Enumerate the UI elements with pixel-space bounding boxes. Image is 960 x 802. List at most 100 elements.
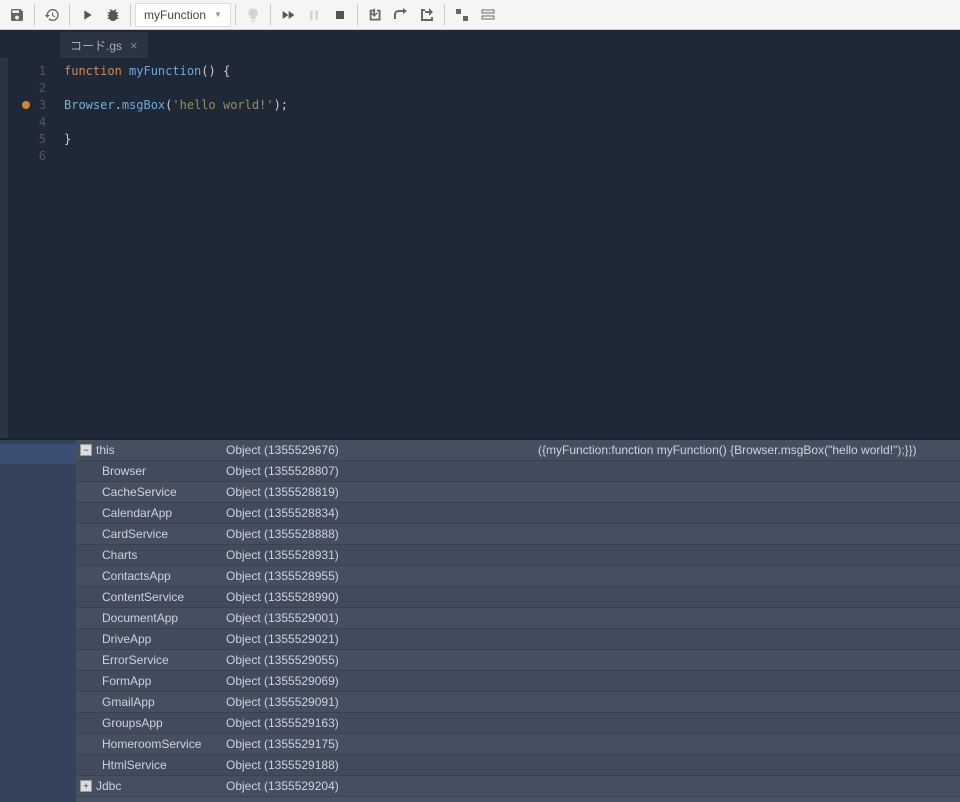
step-into-button[interactable] xyxy=(362,2,388,28)
code-line: } xyxy=(54,130,960,147)
scope-item[interactable]: CardService xyxy=(76,524,220,545)
scope-item[interactable]: + Jdbc xyxy=(76,776,220,797)
scope-item[interactable]: GroupsApp xyxy=(76,713,220,734)
code-line xyxy=(54,79,960,96)
scope-item-val[interactable]: Object (1355529188) xyxy=(220,755,532,776)
scope-item-val[interactable]: Object (1355528807) xyxy=(220,461,532,482)
stop-button[interactable] xyxy=(327,2,353,28)
close-icon[interactable]: × xyxy=(130,38,138,53)
line-number[interactable]: 5 xyxy=(8,130,54,147)
code-body[interactable]: function myFunction() { Browser.msgBox('… xyxy=(54,58,960,438)
scope-item-val[interactable]: Object (1355529091) xyxy=(220,692,532,713)
line-number[interactable]: 1 xyxy=(8,62,54,79)
debug-button[interactable] xyxy=(100,2,126,28)
scope-item-expr[interactable] xyxy=(532,671,960,692)
scope-item-expr[interactable] xyxy=(532,524,960,545)
function-select[interactable]: myFunction ▼ xyxy=(135,3,231,27)
separator xyxy=(444,4,445,26)
scope-expr-val[interactable]: ({myFunction:function myFunction() {Brow… xyxy=(532,440,960,461)
step-over-button[interactable] xyxy=(388,2,414,28)
scope-item-val[interactable]: Object (1355528819) xyxy=(220,482,532,503)
line-number[interactable]: 2 xyxy=(8,79,54,96)
scope-item[interactable]: Charts xyxy=(76,545,220,566)
step-out-button[interactable] xyxy=(414,2,440,28)
scope-root[interactable]: − this xyxy=(76,440,220,461)
chevron-down-icon: ▼ xyxy=(214,10,222,19)
scope-item-val[interactable]: Object (1355529069) xyxy=(220,671,532,692)
save-button[interactable] xyxy=(4,2,30,28)
expand-icon[interactable]: + xyxy=(80,780,92,792)
separator xyxy=(69,4,70,26)
code-editor[interactable]: 1 2 3 4 5 6 function myFunction() { Brow… xyxy=(0,58,960,438)
breakpoints-button[interactable] xyxy=(449,2,475,28)
toolbar: myFunction ▼ xyxy=(0,0,960,30)
scope-item-expr[interactable] xyxy=(532,713,960,734)
scope-item-expr[interactable] xyxy=(532,650,960,671)
tab-label: コード.gs xyxy=(70,37,122,54)
scope-item[interactable]: DriveApp xyxy=(76,629,220,650)
scope-item-expr[interactable] xyxy=(532,461,960,482)
line-number[interactable]: 6 xyxy=(8,147,54,164)
scope-item-expr[interactable] xyxy=(532,776,960,797)
scope-item-expr[interactable] xyxy=(532,755,960,776)
scope-item-val[interactable]: Object (1355529055) xyxy=(220,650,532,671)
scope-item-val[interactable]: Object (1355528955) xyxy=(220,566,532,587)
lightbulb-icon xyxy=(240,2,266,28)
gutter: 1 2 3 4 5 6 xyxy=(8,58,54,438)
run-button[interactable] xyxy=(74,2,100,28)
scope-item[interactable]: CacheService xyxy=(76,482,220,503)
history-button[interactable] xyxy=(39,2,65,28)
scope-item-expr[interactable] xyxy=(532,692,960,713)
scope-item-val[interactable]: Object (1355529021) xyxy=(220,629,532,650)
scope-root-val[interactable]: Object (1355529676) xyxy=(220,440,532,461)
separator xyxy=(357,4,358,26)
scope-item-expr[interactable] xyxy=(532,587,960,608)
scope-item-expr[interactable] xyxy=(532,566,960,587)
scope-item[interactable]: FormApp xyxy=(76,671,220,692)
scope-expr: ({myFunction:function myFunction() {Brow… xyxy=(532,440,960,802)
scope-item[interactable]: Browser xyxy=(76,461,220,482)
code-line xyxy=(54,147,960,164)
resume-button[interactable] xyxy=(275,2,301,28)
separator xyxy=(34,4,35,26)
scope-item[interactable]: CalendarApp xyxy=(76,503,220,524)
debug-panel: − thisBrowserCacheServiceCalendarAppCard… xyxy=(0,438,960,802)
scope-item[interactable]: HomeroomService xyxy=(76,734,220,755)
scope-item[interactable]: ContentService xyxy=(76,587,220,608)
tab-bar: コード.gs × xyxy=(0,30,960,58)
scope-item-val[interactable]: Object (1355529163) xyxy=(220,713,532,734)
separator xyxy=(235,4,236,26)
scope-item[interactable]: DocumentApp xyxy=(76,608,220,629)
scope-values: Object (1355529676)Object (1355528807)Ob… xyxy=(220,440,532,802)
scope-item[interactable]: ErrorService xyxy=(76,650,220,671)
pause-button[interactable] xyxy=(301,2,327,28)
function-name: myFunction xyxy=(144,8,206,22)
scope-item-val[interactable]: Object (1355529175) xyxy=(220,734,532,755)
code-line: function myFunction() { xyxy=(54,62,960,79)
line-number[interactable]: 4 xyxy=(8,113,54,130)
scope-item-expr[interactable] xyxy=(532,734,960,755)
scope-item-expr[interactable] xyxy=(532,629,960,650)
line-number[interactable]: 3 xyxy=(8,96,54,113)
separator xyxy=(130,4,131,26)
scope-item[interactable]: GmailApp xyxy=(76,692,220,713)
scope-item-expr[interactable] xyxy=(532,503,960,524)
scope-item-expr[interactable] xyxy=(532,545,960,566)
scope-item-expr[interactable] xyxy=(532,482,960,503)
scope-item-val[interactable]: Object (1355528834) xyxy=(220,503,532,524)
watch-button[interactable] xyxy=(475,2,501,28)
scope-item-val[interactable]: Object (1355529204) xyxy=(220,776,532,797)
scope-item-expr[interactable] xyxy=(532,608,960,629)
scope-item-val[interactable]: Object (1355528888) xyxy=(220,524,532,545)
stack-frame[interactable] xyxy=(0,444,76,464)
scope-item-val[interactable]: Object (1355528990) xyxy=(220,587,532,608)
scope-item[interactable]: ContactsApp xyxy=(76,566,220,587)
scope-item-val[interactable]: Object (1355529001) xyxy=(220,608,532,629)
tab-code-gs[interactable]: コード.gs × xyxy=(60,32,148,58)
scope-item[interactable]: HtmlService xyxy=(76,755,220,776)
separator xyxy=(270,4,271,26)
collapse-icon[interactable]: − xyxy=(80,444,92,456)
breakpoint-icon[interactable] xyxy=(22,101,30,109)
code-line: Browser.msgBox('hello world!'); xyxy=(54,96,960,113)
scope-item-val[interactable]: Object (1355528931) xyxy=(220,545,532,566)
